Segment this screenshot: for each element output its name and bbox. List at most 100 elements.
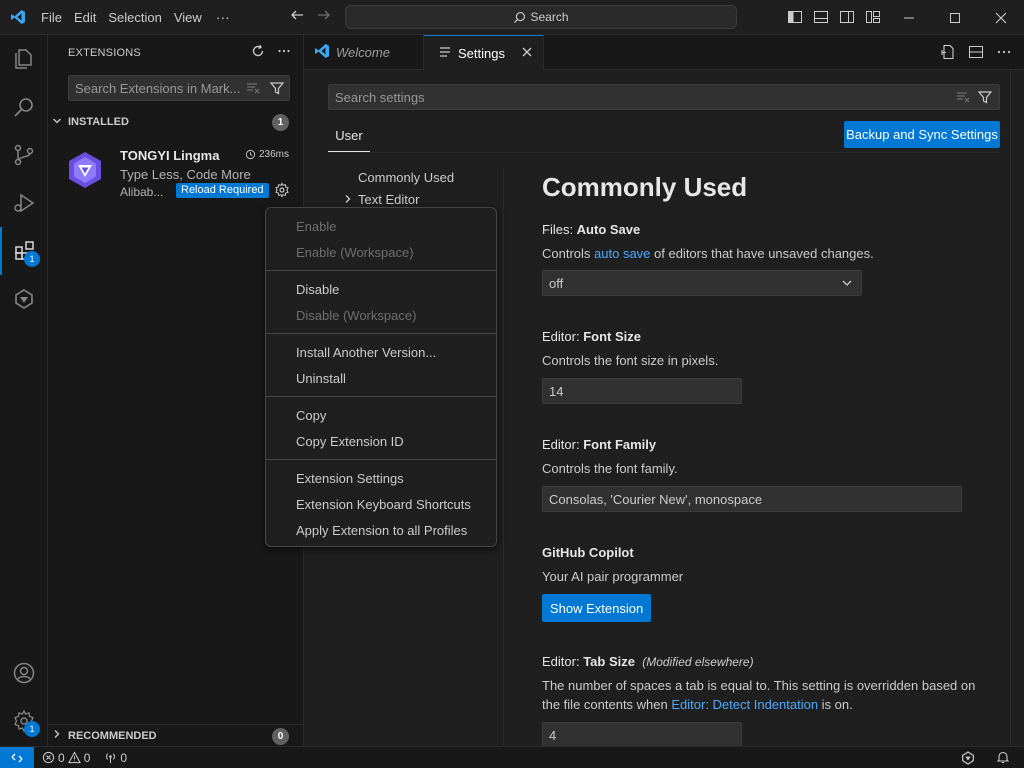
user-scope-tab[interactable]: User bbox=[328, 128, 370, 152]
menu-item-copy[interactable]: Copy bbox=[270, 403, 492, 429]
toc-text-editor-label: Text Editor bbox=[358, 192, 420, 207]
source-control-icon[interactable] bbox=[0, 131, 48, 179]
tab-settings[interactable]: Settings bbox=[424, 35, 544, 71]
explorer-icon[interactable] bbox=[0, 35, 48, 83]
forward-arrow-icon[interactable] bbox=[317, 8, 331, 26]
customize-layout-icon[interactable] bbox=[865, 9, 881, 25]
reload-required-badge[interactable]: Reload Required bbox=[176, 183, 269, 198]
error-icon bbox=[42, 751, 55, 764]
tab-size-desc: The number of spaces a tab is equal to. … bbox=[542, 676, 982, 714]
open-settings-json-icon[interactable] bbox=[940, 44, 956, 63]
detect-indentation-link[interactable]: Editor: Detect Indentation bbox=[671, 697, 818, 712]
vscode-tab-icon bbox=[314, 43, 330, 62]
refresh-icon[interactable] bbox=[251, 44, 265, 61]
menu-selection[interactable]: Selection bbox=[102, 0, 167, 35]
manage-gear-icon[interactable]: 1 bbox=[0, 697, 48, 745]
close-tab-icon[interactable] bbox=[521, 45, 533, 61]
activity-bar: 1 1 bbox=[0, 35, 48, 746]
search-view-icon[interactable] bbox=[0, 83, 48, 131]
run-debug-icon[interactable] bbox=[0, 179, 48, 227]
scope-divider bbox=[328, 152, 1000, 153]
split-editor-icon[interactable] bbox=[968, 44, 984, 63]
tab-size-title: Editor: Tab Size (Modified elsewhere) bbox=[542, 654, 754, 669]
extension-context-menu: Enable Enable (Workspace) Disable Disabl… bbox=[265, 207, 497, 547]
font-family-value: Consolas, 'Courier New', monospace bbox=[549, 491, 763, 507]
extensions-search-input[interactable]: Search Extensions in Mark... bbox=[68, 75, 290, 101]
filter-icon[interactable] bbox=[269, 80, 285, 99]
toc-commonly-used[interactable]: Commonly Used bbox=[358, 170, 454, 185]
font-family-input[interactable]: Consolas, 'Courier New', monospace bbox=[542, 486, 962, 512]
back-arrow-icon[interactable] bbox=[290, 8, 304, 26]
font-size-prefix: Editor: bbox=[542, 329, 584, 344]
problems-indicator[interactable]: 0 0 bbox=[42, 751, 90, 765]
menu-item-disable[interactable]: Disable bbox=[270, 277, 492, 303]
minimize-icon[interactable] bbox=[886, 0, 932, 35]
menu-item-uninstall[interactable]: Uninstall bbox=[270, 366, 492, 392]
menu-more-button[interactable]: ··· bbox=[208, 9, 238, 25]
toc-text-editor[interactable]: Text Editor bbox=[345, 192, 420, 207]
menu-item-apply-to-all-profiles[interactable]: Apply Extension to all Profiles bbox=[270, 518, 492, 544]
recommended-count-badge: 0 bbox=[272, 728, 289, 745]
extensions-icon[interactable]: 1 bbox=[0, 227, 48, 275]
installed-count-badge: 1 bbox=[272, 114, 289, 131]
close-window-icon[interactable] bbox=[978, 0, 1024, 35]
toggle-panel-icon[interactable] bbox=[813, 9, 829, 25]
toggle-secondary-sidebar-icon[interactable] bbox=[839, 9, 855, 25]
modified-elsewhere-note[interactable]: (Modified elsewhere) bbox=[642, 655, 753, 669]
tab-size-input[interactable]: 4 bbox=[542, 722, 742, 746]
maximize-icon[interactable] bbox=[932, 0, 978, 35]
chevron-down-icon bbox=[52, 116, 68, 129]
editor-tabs: Welcome Settings bbox=[304, 35, 1024, 71]
more-actions-icon[interactable] bbox=[277, 44, 291, 61]
menu-item-extension-keyboard-shortcuts[interactable]: Extension Keyboard Shortcuts bbox=[270, 492, 492, 518]
extension-gear-icon[interactable] bbox=[274, 182, 290, 201]
accounts-icon[interactable] bbox=[0, 649, 48, 697]
toggle-primary-sidebar-icon[interactable] bbox=[787, 9, 803, 25]
menu-separator bbox=[266, 459, 496, 460]
menu-item-extension-settings[interactable]: Extension Settings bbox=[270, 466, 492, 492]
editor-scrollbar[interactable] bbox=[1010, 70, 1024, 746]
recommended-label: RECOMMENDED bbox=[68, 729, 157, 742]
tab-size-value: 4 bbox=[549, 727, 557, 743]
clear-settings-filter-icon[interactable] bbox=[955, 89, 971, 108]
tab-size-name: Tab Size bbox=[583, 654, 635, 669]
font-size-name: Font Size bbox=[583, 329, 641, 344]
auto-save-title: Files: Auto Save bbox=[542, 222, 640, 237]
font-size-value: 14 bbox=[549, 383, 564, 399]
settings-search-input[interactable]: Search settings bbox=[328, 84, 1000, 110]
warning-icon bbox=[67, 751, 81, 764]
tab-size-desc-after: is on. bbox=[818, 697, 853, 712]
font-size-input[interactable]: 14 bbox=[542, 378, 742, 404]
extension-description: Type Less, Code More bbox=[120, 167, 251, 182]
extension-list-item[interactable]: TONGYI Lingma 236ms Type Less, Code More… bbox=[48, 139, 303, 201]
notifications-bell-icon[interactable] bbox=[996, 750, 1010, 768]
remote-indicator-icon[interactable] bbox=[0, 746, 34, 768]
ports-indicator[interactable]: 0 bbox=[104, 751, 127, 765]
menu-edit[interactable]: Edit bbox=[68, 0, 102, 35]
editor-more-actions-icon[interactable] bbox=[996, 44, 1012, 63]
menu-item-copy-extension-id[interactable]: Copy Extension ID bbox=[270, 429, 492, 455]
clear-filter-icon[interactable] bbox=[245, 80, 261, 99]
menu-item-install-another-version[interactable]: Install Another Version... bbox=[270, 340, 492, 366]
menu-file[interactable]: File bbox=[35, 0, 68, 35]
auto-save-select[interactable]: off bbox=[542, 270, 862, 296]
installed-section-header[interactable]: INSTALLED 1 bbox=[48, 111, 303, 133]
lingma-icon[interactable] bbox=[0, 275, 48, 323]
recommended-section-header[interactable]: RECOMMENDED 0 bbox=[48, 724, 303, 746]
settings-filter-icon[interactable] bbox=[977, 89, 993, 108]
section-heading: Commonly Used bbox=[542, 172, 748, 202]
copilot-desc: Your AI pair programmer bbox=[542, 569, 684, 584]
menu-item-disable-workspace: Disable (Workspace) bbox=[296, 308, 417, 323]
menu-view[interactable]: View bbox=[168, 0, 208, 35]
backup-sync-button[interactable]: Backup and Sync Settings bbox=[844, 121, 1000, 148]
settings-tab-icon bbox=[438, 45, 452, 62]
auto-save-link[interactable]: auto save bbox=[594, 246, 650, 261]
tab-welcome[interactable]: Welcome bbox=[304, 35, 424, 70]
show-extension-button[interactable]: Show Extension bbox=[542, 594, 652, 622]
tab-size-prefix: Editor: bbox=[542, 654, 584, 669]
menu-separator bbox=[266, 270, 496, 271]
menu-separator bbox=[266, 333, 496, 334]
lingma-status-icon[interactable] bbox=[960, 750, 976, 768]
command-center-search[interactable]: Search bbox=[345, 5, 737, 29]
copilot-title: GitHub Copilot bbox=[542, 545, 634, 560]
